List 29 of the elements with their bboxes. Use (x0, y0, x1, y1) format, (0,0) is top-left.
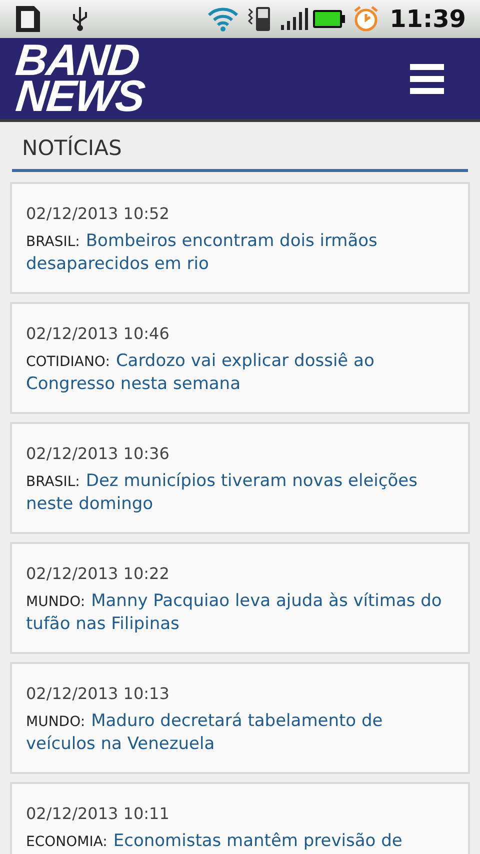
menu-icon[interactable] (410, 64, 444, 94)
signal-icon (280, 7, 308, 31)
news-teaser[interactable]: BRASIL: Dez municípios tiveram novas eleições neste domingo (26, 470, 454, 514)
sd-card-icon (14, 4, 42, 34)
news-date: 02/12/2013 10:22 (26, 562, 170, 584)
wifi-icon (206, 6, 240, 32)
news-teaser[interactable]: MUNDO: Manny Pacquiao leva ajuda às vítimas do tufão nas Filipinas (26, 590, 454, 634)
news-card[interactable]: 02/12/2013 10:11 ECONOMIA: Economistas mantêm previsão de (10, 782, 470, 854)
news-teaser[interactable]: ECONOMIA: Economistas mantêm previsão de (26, 830, 454, 852)
news-teaser[interactable]: BRASIL: Bombeiros encontram dois irmãos desaparecidos em rio (26, 230, 454, 274)
news-date: 02/12/2013 10:36 (26, 442, 170, 464)
news-teaser[interactable]: MUNDO: Maduro decretará tabelamento de veículos na Venezuela (26, 710, 454, 754)
news-card[interactable]: 02/12/2013 10:46 COTIDIANO: Cardozo vai explicar dossiê ao Congresso nesta semana (10, 302, 470, 414)
news-card[interactable]: 02/12/2013 10:36 BRASIL: Dez municípios tiveram novas eleições neste domingo (10, 422, 470, 534)
news-card[interactable]: 02/12/2013 10:13 MUNDO: Maduro decretará tabelamento de veículos na Venezuela (10, 662, 470, 774)
clock-time: 11:39 (390, 4, 466, 35)
news-date: 02/12/2013 10:13 (26, 682, 170, 704)
logo[interactable]: BAND NEWS (10, 42, 150, 114)
battery-icon (312, 9, 346, 29)
usb-icon (70, 6, 90, 32)
news-card[interactable]: 02/12/2013 10:52 BRASIL: Bombeiros encontram dois irmãos desaparecidos em rio (10, 182, 470, 294)
news-card[interactable]: 02/12/2013 10:22 MUNDO: Manny Pacquiao leva ajuda às vítimas do tufão nas Filipinas (10, 542, 470, 654)
news-teaser[interactable]: COTIDIANO: Cardozo vai explicar dossiê ao Congresso nesta semana (26, 350, 454, 394)
phone-vibrate-icon (246, 5, 272, 33)
alarm-clock-icon (352, 5, 380, 33)
news-date: 02/12/2013 10:46 (26, 322, 170, 344)
section-title: NOTÍCIAS (21, 134, 123, 162)
news-date: 02/12/2013 10:52 (26, 202, 170, 224)
news-date: 02/12/2013 10:11 (26, 802, 170, 824)
